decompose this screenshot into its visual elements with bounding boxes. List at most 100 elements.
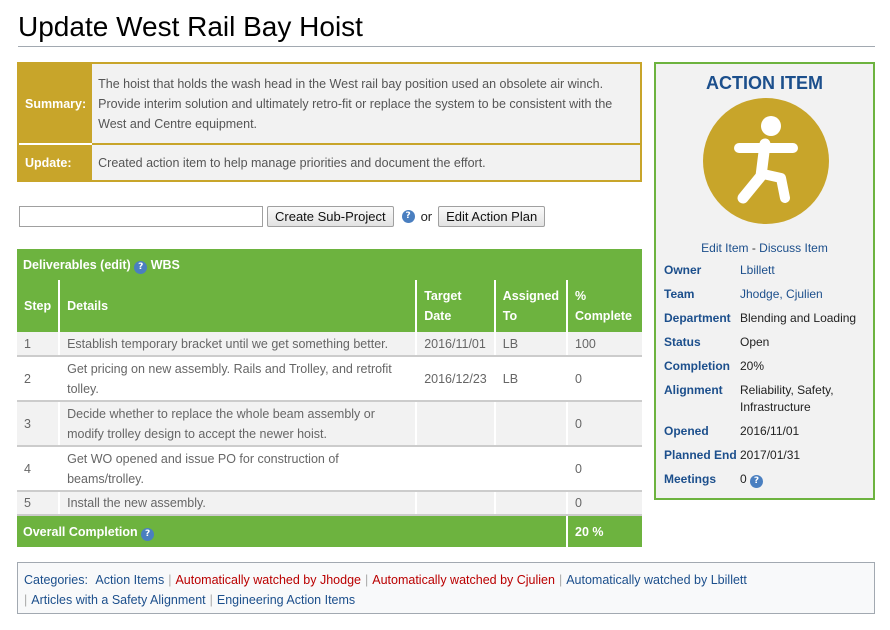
row-assigned: [493, 401, 568, 447]
meetings-key: Meetings: [664, 472, 717, 486]
category-separator: |: [558, 573, 563, 587]
category-link[interactable]: Action Items: [95, 573, 164, 587]
row-assigned: [493, 446, 568, 492]
update-label: Update:: [19, 144, 93, 180]
summary-text: The hoist that holds the wash head in th…: [92, 64, 640, 145]
col-assigned-header: Assigned To: [493, 280, 568, 332]
row-target-date: [415, 491, 495, 516]
row-target-date: [415, 401, 495, 447]
table-row: 3 Decide whether to replace the whole be…: [17, 401, 642, 447]
category-link[interactable]: Automatically watched by Jhodge: [175, 573, 361, 587]
category-link[interactable]: Automatically watched by Cjulien: [372, 573, 555, 587]
action-item-links: Edit Item - Discuss Item: [656, 241, 873, 255]
opened-value: 2016/11/01: [740, 424, 800, 438]
deliverables-title: Deliverables: [23, 257, 97, 272]
help-icon[interactable]: ?: [134, 260, 148, 274]
row-target-date: [415, 446, 495, 492]
row-target-date: 2016/12/23: [415, 356, 495, 402]
department-key: Department: [664, 311, 731, 325]
category-link[interactable]: Engineering Action Items: [217, 593, 355, 607]
categories-box: Categories: Action Items | Automatically w…: [17, 562, 875, 614]
owner-key: Owner: [664, 263, 702, 277]
row-details: Decide whether to replace the whole beam…: [58, 401, 417, 447]
completion-key: Completion: [664, 359, 730, 373]
category-separator: |: [168, 573, 172, 587]
action-item-box: ACTION ITEM Edit Item - Discuss Item Own…: [654, 62, 875, 500]
col-complete-header: % Complete: [566, 280, 642, 332]
category-link[interactable]: Articles with a Safety Alignment: [31, 593, 205, 607]
category-separator: |: [24, 593, 28, 607]
link-separator: -: [748, 241, 760, 255]
overall-completion-label: Overall Completion: [23, 524, 138, 539]
status-value: Open: [740, 335, 770, 349]
row-step: 5: [17, 491, 60, 516]
deliverables-table: Deliverables (edit) ? WBS Step Details T…: [17, 249, 642, 547]
page-title: Update West Rail Bay Hoist: [18, 11, 363, 42]
deliverables-edit-link[interactable]: (edit): [100, 258, 131, 272]
row-step: 1: [17, 332, 60, 357]
overall-completion-row: Overall Completion ? 20 %: [17, 515, 642, 547]
row-step: 3: [17, 401, 60, 447]
col-target-date-header: Target Date: [415, 280, 495, 332]
subproject-name-input[interactable]: [19, 205, 263, 227]
wbs-link[interactable]: WBS: [151, 258, 180, 272]
department-value: Blending and Loading: [740, 311, 857, 325]
meetings-value: 0: [740, 472, 747, 486]
overall-completion-cell: Overall Completion ?: [17, 515, 568, 547]
row-details: Get WO opened and issue PO for construct…: [58, 446, 417, 492]
row-step: 4: [17, 446, 60, 492]
row-details: Establish temporary bracket until we get…: [58, 332, 417, 357]
team-value[interactable]: Jhodge, Cjulien: [740, 286, 870, 310]
update-text: Created action item to help manage prior…: [98, 155, 486, 170]
deliverables-caption: Deliverables (edit) ? WBS: [17, 249, 642, 280]
category-link[interactable]: Automatically watched by Lbillett: [566, 573, 747, 587]
subproject-bar: Create Sub-Project ? or Edit Action Plan: [19, 204, 546, 228]
overall-completion-value: 20 %: [566, 515, 642, 547]
categories-label[interactable]: Categories:: [24, 573, 88, 587]
edit-action-plan-button[interactable]: Edit Action Plan: [438, 205, 546, 227]
row-details: Install the new assembly.: [58, 491, 417, 516]
alignment-key: Alignment: [664, 383, 723, 397]
row-target-date: 2016/11/01: [415, 332, 495, 357]
row-step: 2: [17, 356, 60, 402]
help-icon[interactable]: ?: [750, 475, 764, 488]
opened-key: Opened: [664, 424, 709, 438]
row-assigned: [493, 491, 568, 516]
summary-box: Summary: The hoist that holds the wash h…: [17, 62, 642, 182]
create-subproject-button[interactable]: Create Sub-Project: [267, 205, 394, 227]
help-icon[interactable]: ?: [141, 527, 155, 541]
meetings-cell: 0 ?: [740, 471, 870, 495]
title-divider: [18, 46, 875, 47]
category-separator: |: [364, 573, 369, 587]
planned-end-key: Planned End: [664, 448, 737, 462]
table-row: 4 Get WO opened and issue PO for constru…: [17, 446, 642, 492]
category-separator: |: [209, 593, 213, 607]
table-row: 5 Install the new assembly. 0: [17, 491, 642, 516]
alignment-value: Reliability, Safety, Infrastructure: [740, 383, 834, 414]
row-complete: 100: [566, 332, 642, 357]
row-details: Get pricing on new assembly. Rails and T…: [58, 356, 417, 402]
or-text: or: [420, 208, 433, 224]
planned-end-value: 2017/01/31: [740, 448, 801, 462]
owner-value[interactable]: Lbillett: [740, 262, 870, 286]
help-icon[interactable]: ?: [401, 209, 415, 223]
table-row: 1 Establish temporary bracket until we g…: [17, 332, 642, 357]
table-row: 2 Get pricing on new assembly. Rails and…: [17, 356, 642, 402]
discuss-item-link[interactable]: Discuss Item: [759, 241, 828, 255]
row-complete: 0: [566, 401, 642, 447]
row-complete: 0: [566, 491, 642, 516]
row-assigned: LB: [493, 356, 568, 402]
edit-item-link[interactable]: Edit Item: [701, 241, 748, 255]
action-item-title: ACTION ITEM: [706, 73, 823, 93]
col-step-header: Step: [17, 280, 60, 332]
row-complete: 0: [566, 356, 642, 402]
action-item-properties: Owner Lbillett Team Jhodge, Cjulien Depa…: [664, 262, 870, 495]
status-key: Status: [664, 335, 701, 349]
col-details-header: Details: [58, 280, 417, 332]
summary-label: Summary:: [19, 64, 93, 145]
team-key: Team: [664, 287, 695, 301]
completion-value: 20%: [740, 359, 765, 373]
row-assigned: LB: [493, 332, 568, 357]
action-figure-icon: [703, 98, 829, 224]
row-complete: 0: [566, 446, 642, 492]
